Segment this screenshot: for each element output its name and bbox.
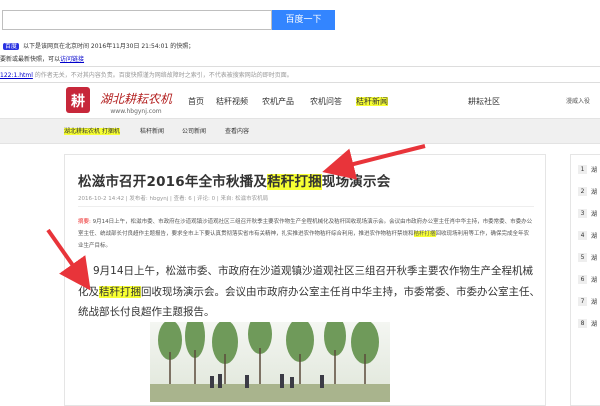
rank-number: 7: [578, 297, 587, 306]
rank-number: 6: [578, 275, 587, 284]
svg-text:耕: 耕: [71, 93, 85, 110]
rank-number: 3: [578, 209, 587, 218]
nav-community[interactable]: 耕耘社区: [468, 96, 500, 107]
title-part: 松滋市召开2016年全市秋播及: [78, 174, 268, 190]
baidu-logo-icon: 百度: [3, 43, 20, 50]
header-right-text: 漫威入役: [566, 98, 591, 105]
title-highlight: 秸秆打捆: [267, 174, 322, 190]
nav-straw-news-label: 秸秆新闻: [356, 97, 388, 106]
summary-label: 摘要:: [78, 219, 91, 225]
article-title: 松滋市召开2016年全市秋播及秸秆打捆现场演示会: [78, 170, 390, 190]
title-part: 现场演示会: [321, 174, 391, 190]
article-summary: 摘要: 9月14日上午，松滋市委、市政府在沙道观镇沙道观社区三组召开秋季主要农作…: [78, 216, 534, 252]
search-button[interactable]: 百度一下: [272, 10, 335, 30]
rank-number: 8: [578, 319, 587, 328]
body-highlight: 秸秆打捆: [99, 285, 141, 298]
rank-item-link[interactable]: 湖: [591, 187, 597, 196]
subnav-straw-news[interactable]: 秸秆新闻: [140, 126, 164, 135]
divider: [0, 82, 600, 83]
rank-item-link[interactable]: 湖: [591, 297, 597, 306]
body-text: 回收现场演示会。会议由市政府办公室主任肖中华主持，市委常委、市委办公室主任、统战…: [78, 285, 540, 319]
logo-url: www.hbgynj.com: [110, 108, 161, 115]
divider: [78, 206, 534, 207]
subnav-brand[interactable]: 湖北耕耘农机 打捆机: [64, 126, 120, 135]
nav-straw-video[interactable]: 秸秆视频: [216, 96, 248, 107]
source-url-link[interactable]: 122:1.html: [0, 72, 33, 79]
subnav-brand-label: 湖北耕耘农机 打捆机: [64, 128, 120, 135]
rank-item-link[interactable]: 湖: [591, 165, 597, 174]
nav-products[interactable]: 农机产品: [262, 96, 294, 107]
rank-item-link[interactable]: 湖: [591, 275, 597, 284]
article-body: 9月14日上午，松滋市委、市政府在沙道观镇沙道观社区三组召开秋季主要农作物生产全…: [78, 261, 540, 323]
rank-item-link[interactable]: 湖: [591, 319, 597, 328]
visit-link[interactable]: 访问链接: [60, 56, 84, 63]
article-meta: 2016-10-2 14:42 | 发布者: hbgynj | 查看: 6 | …: [78, 196, 269, 202]
subnav-view-content: 查看内容: [225, 128, 250, 135]
rank-item-link[interactable]: 湖: [591, 231, 597, 240]
rank-number: 4: [578, 231, 587, 240]
summary-highlight: 秸秆打捆: [413, 231, 436, 237]
rank-number: 5: [578, 253, 587, 262]
snapshot-text: 以下是该网页在北京时间 2016年11月30日 21:54:01 的快照；: [23, 43, 195, 50]
snapshot-notice-line3: 122:1.html 的作者无关，不对其内容负责。百度快照谨为网络故障时之索引，…: [0, 70, 600, 79]
search-input[interactable]: [2, 10, 272, 30]
nav-straw-news[interactable]: 秸秆新闻: [356, 96, 388, 107]
rank-number: 2: [578, 187, 587, 196]
article-photo: [150, 322, 390, 402]
rank-number: 1: [578, 165, 587, 174]
snapshot-notice-line1: 百度 以下是该网页在北京时间 2016年11月30日 21:54:01 的快照；: [0, 41, 600, 50]
divider: [0, 66, 600, 67]
site-logo[interactable]: 耕 湖北耕耘农机 www.hbgynj.com: [66, 86, 178, 116]
nav-qa[interactable]: 农机问答: [310, 96, 342, 107]
disclaimer-text: 的作者无关，不对其内容负责。百度快照谨为网络故障时之索引，不代表被搜索网站的即时…: [32, 72, 293, 79]
nav-home[interactable]: 首页: [188, 96, 204, 107]
snapshot-notice-line2: 要新或最新快照，可以访问链接: [0, 54, 600, 63]
rank-item-link[interactable]: 湖: [591, 209, 597, 218]
subnav-company-news[interactable]: 公司新闻: [182, 126, 206, 135]
snapshot-hint: 要新或最新快照，可以: [0, 56, 61, 63]
rank-item-link[interactable]: 湖: [591, 253, 597, 262]
logo-text: 湖北耕耘农机: [100, 92, 173, 106]
